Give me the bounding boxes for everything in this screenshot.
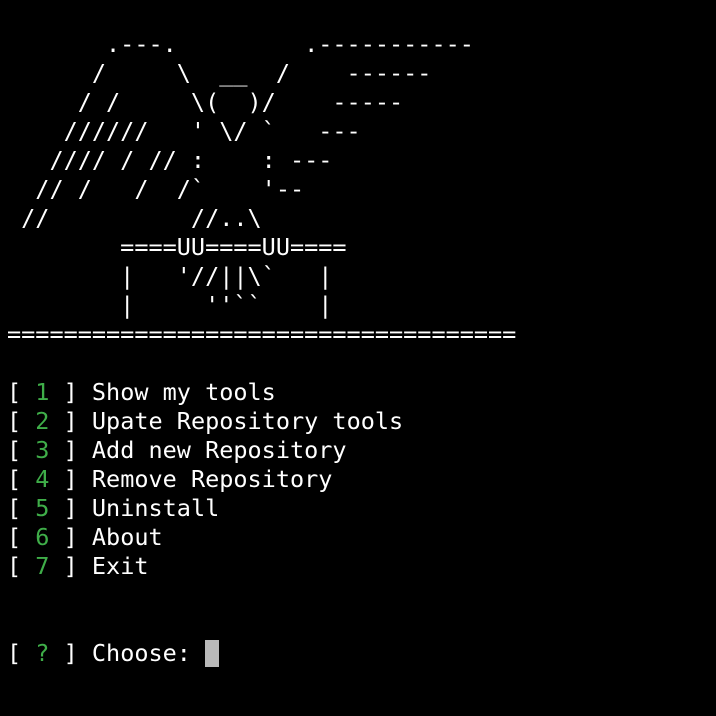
- menu-item-remove-repository[interactable]: [ 4 ] Remove Repository: [7, 465, 712, 494]
- ascii-art-banner: .---. .----------- / \ __ / ------ / / \…: [21, 30, 474, 319]
- menu-item-exit[interactable]: [ 7 ] Exit: [7, 552, 712, 581]
- prompt-label: Choose:: [91, 639, 191, 667]
- menu-item-label: About: [91, 523, 163, 551]
- menu-item-number: 2: [35, 407, 50, 435]
- prompt-marker: ?: [35, 639, 50, 667]
- menu-item-label: Remove Repository: [91, 465, 333, 493]
- separator-line: ====================================: [7, 320, 517, 348]
- menu-item-number: 5: [35, 494, 50, 522]
- menu-item-add-repository[interactable]: [ 3 ] Add new Repository: [7, 436, 712, 465]
- menu-item-about[interactable]: [ 6 ] About: [7, 523, 712, 552]
- terminal-window: .---. .----------- / \ __ / ------ / / \…: [7, 30, 712, 668]
- menu-item-number: 1: [35, 378, 50, 406]
- menu-item-label: Upate Repository tools: [91, 407, 404, 435]
- choose-prompt[interactable]: [ ? ] Choose:: [7, 639, 712, 668]
- menu-item-uninstall[interactable]: [ 5 ] Uninstall: [7, 494, 712, 523]
- menu-item-label: Exit: [91, 552, 149, 580]
- menu-item-show-tools[interactable]: [ 1 ] Show my tools: [7, 378, 712, 407]
- menu-item-number: 6: [35, 523, 50, 551]
- text-cursor[interactable]: [205, 639, 220, 667]
- menu-item-update-repository[interactable]: [ 2 ] Upate Repository tools: [7, 407, 712, 436]
- menu-item-label: Show my tools: [91, 378, 276, 406]
- menu-item-number: 4: [35, 465, 50, 493]
- menu-item-number: 7: [35, 552, 50, 580]
- menu-item-number: 3: [35, 436, 50, 464]
- menu-item-label: Uninstall: [91, 494, 220, 522]
- menu-item-label: Add new Repository: [91, 436, 347, 464]
